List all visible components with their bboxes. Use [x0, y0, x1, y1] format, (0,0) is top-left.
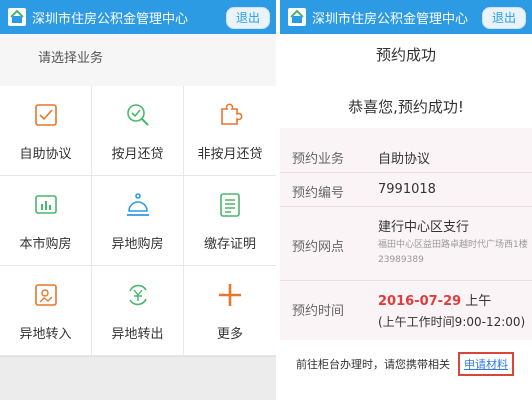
page-title: 预约成功	[375, 46, 436, 64]
branch-row: 预约网点 建行中心区支行 福田中心区益田路卓越时代广场西1楼 23989389	[292, 216, 528, 267]
congrats-message: 恭喜您,预约成功!	[348, 98, 464, 116]
plus-icon	[216, 279, 244, 311]
bottom-bar	[0, 356, 276, 400]
service-label: 异地购房	[111, 237, 164, 252]
service-non-monthly-repayment[interactable]: 非按月还贷	[184, 86, 276, 176]
number-label: 预约编号	[292, 186, 345, 201]
booking-period: 上午	[465, 294, 492, 309]
section-title: 请选择业务	[0, 34, 276, 84]
yuan-cycle-icon	[124, 279, 152, 311]
puzzle-icon	[216, 99, 244, 131]
booking-hours: (上午工作时间9:00-12:00)	[378, 315, 526, 329]
branch-details: 建行中心区支行 福田中心区益田路卓越时代广场西1楼 23989389	[378, 216, 528, 267]
time-details: 2016-07-29 上午 (上午工作时间9:00-12:00)	[378, 290, 525, 330]
branch-address: 福田中心区益田路卓越时代广场西1楼	[378, 240, 528, 250]
branch-phone: 23989389	[378, 255, 424, 265]
service-deposit-certificate[interactable]: 缴存证明	[184, 176, 276, 266]
service-self-agreement[interactable]: 自助协议	[0, 86, 92, 176]
service-transfer-in[interactable]: 异地转入	[0, 266, 92, 356]
app-header: 深圳市住房公积金管理中心 退出	[0, 0, 276, 34]
service-label: 更多	[216, 327, 243, 342]
booking-info-card: 预约业务 自助协议 预约编号 7991018 预约网点 建行中心区支行 福田中心…	[280, 128, 532, 340]
service-label: 本市购房	[19, 237, 72, 252]
application-materials-link[interactable]: 申请材料	[458, 352, 514, 376]
footer-note: 前往柜台办理时，请您携带相关	[296, 358, 450, 371]
branch-label: 预约网点	[292, 240, 345, 255]
service-local-housing[interactable]: 本市购房	[0, 176, 92, 266]
app-title: 深圳市住房公积金管理中心	[32, 11, 189, 27]
service-label: 非按月还贷	[197, 147, 263, 162]
service-grid: 自助协议 按月还贷 非按月还贷 本市购房 异地购房 缴存证明 异地转入 异地转出…	[0, 86, 276, 356]
service-more[interactable]: 更多	[184, 266, 276, 356]
booking-date: 2016-07-29	[378, 294, 462, 309]
time-row: 预约时间 2016-07-29 上午 (上午工作时间9:00-12:00)	[292, 290, 528, 330]
app-header: 深圳市住房公积金管理中心 退出	[280, 0, 532, 34]
document-icon	[217, 189, 243, 221]
service-remote-housing[interactable]: 异地购房	[92, 176, 184, 266]
service-transfer-out[interactable]: 异地转出	[92, 266, 184, 356]
divider	[280, 280, 532, 281]
app-title: 深圳市住房公积金管理中心	[312, 11, 469, 27]
business-label: 预约业务	[292, 152, 345, 167]
time-label: 预约时间	[292, 304, 345, 319]
number-row: 预约编号 7991018	[292, 182, 528, 201]
checkbox-icon	[33, 99, 59, 131]
service-label: 自助协议	[19, 147, 72, 162]
time-value: 2016-07-29 上午	[378, 290, 525, 309]
branch-name: 建行中心区支行	[378, 220, 470, 235]
service-menu-screen: 深圳市住房公积金管理中心 退出 请选择业务 自助协议 按月还贷 非按月还贷 本市…	[0, 0, 276, 400]
service-label: 按月还贷	[111, 147, 164, 162]
bell-icon	[124, 189, 152, 221]
divider	[280, 206, 532, 207]
business-row: 预约业务 自助协议	[292, 148, 528, 167]
logout-button[interactable]: 退出	[225, 7, 270, 29]
chart-icon	[33, 189, 59, 221]
logo-icon	[288, 8, 306, 26]
divider	[280, 172, 532, 173]
service-monthly-repayment[interactable]: 按月还贷	[92, 86, 184, 176]
search-check-icon	[124, 99, 152, 131]
booking-success-screen: 深圳市住房公积金管理中心 退出 预约成功 恭喜您,预约成功! 预约业务 自助协议…	[280, 0, 532, 400]
logo-icon	[8, 8, 26, 26]
service-label: 异地转出	[111, 327, 164, 342]
image-icon	[33, 279, 59, 311]
number-value: 7991018	[378, 182, 436, 197]
service-label: 异地转入	[19, 327, 72, 342]
logout-button[interactable]: 退出	[481, 7, 526, 29]
business-value: 自助协议	[378, 152, 431, 167]
service-label: 缴存证明	[203, 237, 256, 252]
